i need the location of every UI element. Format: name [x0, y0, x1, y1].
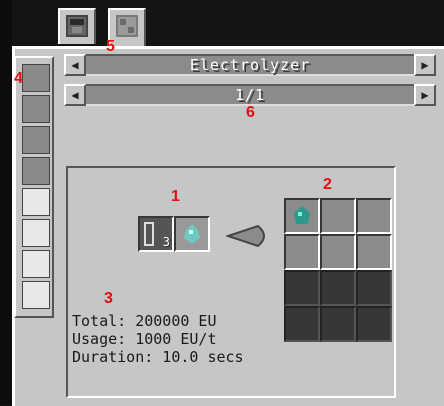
annotation-marker: 5	[106, 38, 115, 55]
output-slot[interactable]	[356, 234, 392, 270]
progress-arrow-icon	[226, 224, 265, 248]
output-slot[interactable]	[356, 198, 392, 234]
ender-pearl-dust-icon	[184, 224, 200, 244]
emerald-dust-icon	[294, 206, 310, 224]
annotation-marker: 2	[323, 176, 332, 193]
next-page-button[interactable]: ▶	[414, 84, 436, 106]
sidebar-machine-1[interactable]	[22, 64, 50, 92]
category-nav-bar: ◀ Electrolyzer ▶	[64, 54, 436, 76]
output-slot-disabled	[356, 270, 392, 306]
input-slot-count: 3	[162, 235, 170, 249]
output-slot[interactable]	[320, 234, 356, 270]
tab-electrolyzer[interactable]	[58, 8, 96, 44]
annotation-marker: 4	[14, 70, 23, 87]
prev-page-button[interactable]: ◀	[64, 84, 86, 106]
category-title: Electrolyzer	[189, 56, 311, 74]
output-slot[interactable]	[320, 198, 356, 234]
machine-sidebar	[14, 56, 54, 318]
sidebar-machine-6[interactable]	[22, 219, 50, 247]
sidebar-machine-4[interactable]	[22, 157, 50, 185]
total-energy-text: Total: 200000 EU	[72, 312, 217, 330]
usage-text: Usage: 1000 EU/t	[72, 330, 217, 348]
sidebar-machine-5[interactable]	[22, 188, 50, 216]
output-slot[interactable]	[284, 234, 320, 270]
duration-text: Duration: 10.0 secs	[72, 348, 244, 366]
sidebar-machine-3[interactable]	[22, 126, 50, 154]
page-nav-bar: ◀ 1/1 ▶	[64, 84, 436, 106]
input-slot-cell[interactable]: 3	[138, 216, 174, 252]
prev-category-button[interactable]: ◀	[64, 54, 86, 76]
output-slot-disabled	[284, 270, 320, 306]
sidebar-machine-7[interactable]	[22, 250, 50, 278]
output-slot-disabled	[320, 270, 356, 306]
sidebar-machine-2[interactable]	[22, 95, 50, 123]
output-slot-disabled	[284, 306, 320, 342]
sidebar-machine-8[interactable]	[22, 281, 50, 309]
output-slot-disabled	[320, 306, 356, 342]
machine-casing-icon	[116, 15, 138, 37]
background	[0, 0, 12, 405]
annotation-marker: 1	[171, 188, 180, 205]
annotation-marker: 6	[246, 104, 255, 121]
next-category-button[interactable]: ▶	[414, 54, 436, 76]
output-slot-disabled	[356, 306, 392, 342]
page-indicator: 1/1	[234, 86, 266, 104]
output-slot[interactable]	[284, 198, 320, 234]
electrolyzer-block-icon	[66, 15, 88, 37]
input-slot-dust[interactable]	[174, 216, 210, 252]
annotation-marker: 3	[104, 290, 113, 307]
